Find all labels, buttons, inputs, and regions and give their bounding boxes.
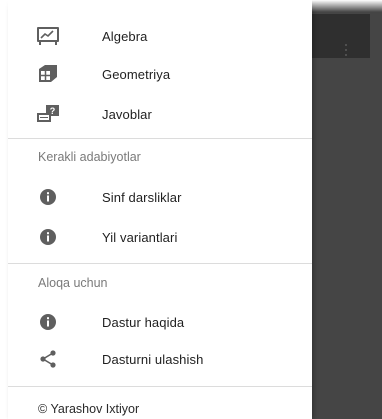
menu-item-label: Dastur haqida: [102, 314, 185, 330]
menu-item-dasturni-ulashish[interactable]: Dasturni ulashish: [8, 339, 312, 379]
menu-item-geometriya[interactable]: Geometriya: [8, 54, 312, 94]
menu-item-label: Javoblar: [102, 106, 152, 122]
overflow-menu-icon[interactable]: [345, 44, 348, 56]
menu-item-sinf-darsliklar[interactable]: Sinf darsliklar: [8, 177, 312, 217]
chart-board-icon: [36, 26, 60, 46]
app-bar: [312, 14, 370, 58]
menu-item-label: Dasturni ulashish: [102, 351, 204, 367]
menu-item-algebra[interactable]: Algebra: [8, 16, 312, 56]
menu-item-label: Geometriya: [102, 66, 171, 82]
divider: [8, 263, 312, 264]
app-screen: Algebra Geometriya ? Javoblar Kerakli ad…: [0, 0, 382, 419]
menu-item-label: Algebra: [102, 28, 148, 44]
info-icon: [36, 227, 60, 247]
section-title-kerakli-adabiyotlar: Kerakli adabiyotlar: [38, 150, 141, 164]
divider: [8, 386, 312, 387]
menu-item-javoblar[interactable]: ? Javoblar: [8, 94, 312, 134]
menu-item-yil-variantlari[interactable]: Yil variantlari: [8, 217, 312, 257]
scrim-backdrop[interactable]: [312, 0, 382, 419]
cube-icon: [36, 64, 60, 84]
menu-item-label: Sinf darsliklar: [102, 189, 182, 205]
question-board-icon: ?: [36, 104, 60, 124]
info-icon: [36, 312, 60, 332]
navigation-drawer: Algebra Geometriya ? Javoblar Kerakli ad…: [8, 0, 312, 419]
share-icon: [36, 349, 60, 369]
info-icon: [36, 187, 60, 207]
footer-copyright: © Yarashov Ixtiyor: [38, 402, 140, 416]
menu-item-label: Yil variantlari: [102, 229, 178, 245]
divider: [8, 138, 312, 139]
menu-item-dastur-haqida[interactable]: Dastur haqida: [8, 302, 312, 342]
section-title-aloqa-uchun: Aloqa uchun: [38, 276, 108, 290]
